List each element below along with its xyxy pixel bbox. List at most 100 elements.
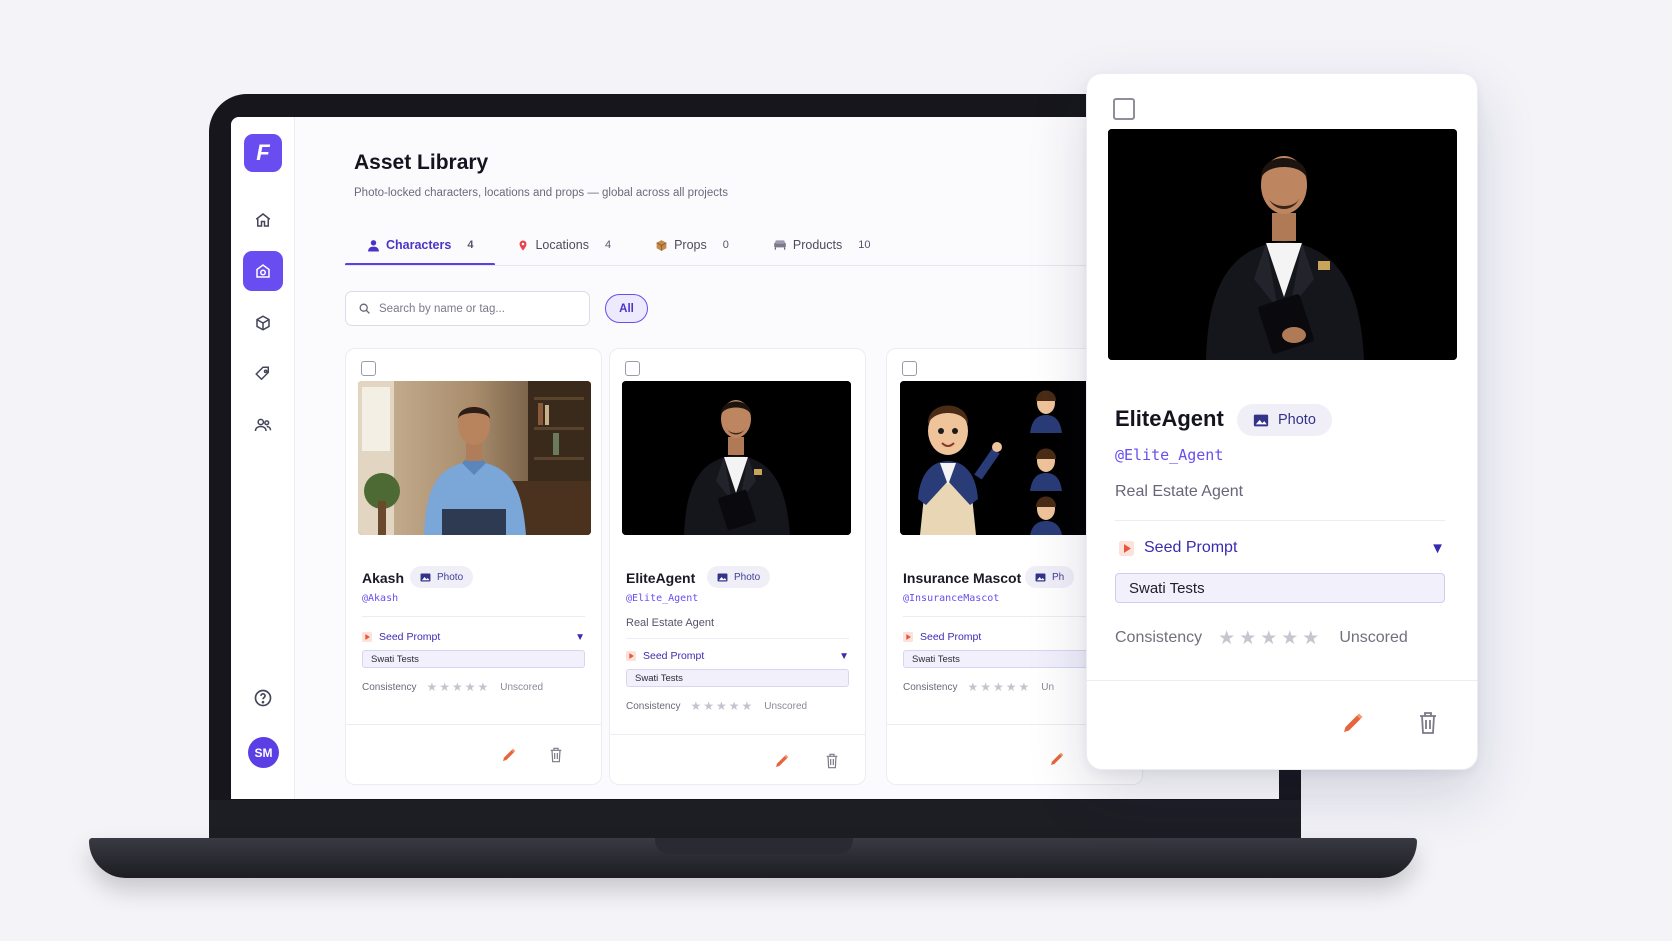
image-icon	[420, 572, 431, 582]
sofa-icon	[774, 240, 786, 250]
rating-stars[interactable]: ★★★★★	[426, 680, 490, 694]
tab-locations[interactable]: Locations 4	[495, 225, 633, 265]
tab-locations-label: Locations	[535, 238, 589, 252]
filter-all-chip[interactable]: All	[605, 294, 648, 323]
seed-prompt-value[interactable]: Swati Tests	[362, 650, 585, 668]
detail-name: EliteAgent	[1115, 406, 1224, 431]
app-logo[interactable]: F	[244, 134, 282, 172]
tab-props-label: Props	[674, 238, 707, 252]
card-divider	[362, 616, 585, 617]
detail-seed-prompt-toggle[interactable]: Seed Prompt ▼	[1119, 536, 1445, 560]
pencil-icon	[1051, 752, 1064, 765]
props-nav-button[interactable]	[243, 303, 283, 343]
home-icon	[255, 213, 271, 227]
help-icon	[254, 689, 272, 707]
trash-icon	[826, 753, 838, 769]
tab-characters-count: 4	[467, 239, 474, 251]
chevron-down-icon: ▼	[839, 650, 849, 662]
page-title: Asset Library	[354, 151, 489, 174]
character-card-eliteagent[interactable]: EliteAgent Photo @Elite_Agent Real Estat…	[609, 348, 866, 785]
pencil-icon	[1344, 713, 1363, 732]
seed-prompt-toggle[interactable]: Seed Prompt ▼	[362, 628, 585, 646]
character-photo-akash	[358, 381, 591, 535]
image-icon	[717, 572, 728, 582]
character-card-akash[interactable]: Akash Photo @Akash Seed Prompt ▼ Swati T…	[345, 348, 602, 785]
card-checkbox[interactable]	[902, 361, 917, 376]
tab-props-count: 0	[722, 239, 729, 251]
chevron-down-icon: ▼	[575, 631, 585, 643]
character-detail-card[interactable]: EliteAgent Photo @Elite_Agent Real Estat…	[1086, 73, 1478, 770]
card-footer	[610, 734, 865, 784]
asset-library-nav-button[interactable]	[243, 251, 283, 291]
card-checkbox[interactable]	[625, 361, 640, 376]
tab-locations-count: 4	[604, 239, 612, 251]
detail-consistency-row: Consistency ★★★★★ Unscored	[1115, 627, 1408, 650]
pencil-icon	[503, 748, 516, 761]
type-badge: Ph	[1025, 566, 1075, 588]
trash-icon	[550, 747, 562, 763]
card-name: EliteAgent	[626, 570, 696, 586]
home-nav-button[interactable]	[243, 200, 283, 240]
search-input[interactable]	[379, 302, 569, 315]
detail-edit-button[interactable]	[1339, 709, 1367, 737]
card-footer	[346, 724, 601, 784]
tab-characters[interactable]: Characters 4	[345, 225, 496, 266]
card-handle: @InsuranceMascot	[903, 593, 1000, 604]
rating-stars[interactable]: ★★★★★	[690, 699, 754, 713]
library-icon	[256, 264, 270, 278]
play-icon	[362, 632, 372, 642]
detail-photo	[1108, 129, 1457, 360]
pencil-icon	[776, 754, 789, 767]
detail-handle: @Elite_Agent	[1115, 446, 1224, 464]
user-avatar[interactable]: SM	[248, 737, 279, 768]
delete-button[interactable]	[822, 751, 842, 771]
tab-props[interactable]: Props 0	[633, 225, 751, 265]
consistency-row: Consistency ★★★★★ Un	[903, 680, 1055, 694]
tags-nav-button[interactable]	[243, 354, 283, 394]
card-handle: @Elite_Agent	[626, 593, 699, 604]
card-role: Real Estate Agent	[626, 617, 715, 629]
chevron-down-icon: ▼	[1430, 539, 1445, 557]
cube-icon	[256, 315, 270, 331]
image-icon	[1035, 572, 1046, 582]
play-icon	[903, 632, 913, 642]
detail-type-badge: Photo	[1237, 404, 1332, 436]
tab-products-label: Products	[792, 238, 843, 252]
image-icon	[1253, 414, 1269, 426]
character-photo-eliteagent	[622, 381, 851, 535]
page-subtitle: Photo-locked characters, locations and p…	[354, 187, 728, 199]
consistency-row: Consistency ★★★★★ Unscored	[362, 680, 544, 694]
detail-checkbox[interactable]	[1113, 98, 1135, 120]
detail-seed-prompt-value[interactable]: Swati Tests	[1115, 573, 1445, 603]
delete-button[interactable]	[546, 745, 566, 765]
tab-characters-label: Characters	[386, 238, 452, 252]
card-name: Akash	[362, 570, 405, 586]
play-icon	[626, 651, 636, 661]
card-handle: @Akash	[362, 593, 399, 604]
edit-button[interactable]	[499, 745, 519, 765]
help-button[interactable]	[243, 678, 283, 718]
asset-tabs: Characters 4 Locations 4 Props 0 Product…	[345, 225, 893, 266]
seed-prompt-toggle[interactable]: Seed Prompt ▼	[626, 647, 849, 665]
detail-delete-button[interactable]	[1414, 709, 1442, 737]
tab-products-count: 10	[858, 239, 871, 251]
laptop-chin	[209, 800, 1301, 840]
seed-prompt-value[interactable]: Swati Tests	[626, 669, 849, 687]
edit-button[interactable]	[1047, 749, 1067, 769]
detail-rating-stars[interactable]: ★★★★★	[1218, 627, 1323, 650]
trash-icon	[1420, 712, 1436, 734]
card-name: Insurance Mascot	[903, 570, 1022, 586]
type-badge: Photo	[410, 566, 474, 588]
play-icon	[1119, 540, 1134, 556]
edit-button[interactable]	[772, 751, 792, 771]
search-box	[345, 291, 590, 326]
type-badge: Photo	[707, 566, 771, 588]
tab-products[interactable]: Products 10	[751, 225, 893, 265]
users-nav-button[interactable]	[243, 405, 283, 445]
card-checkbox[interactable]	[361, 361, 376, 376]
person-icon	[368, 239, 379, 251]
laptop-notch	[655, 838, 853, 854]
rating-stars[interactable]: ★★★★★	[967, 680, 1031, 694]
consistency-row: Consistency ★★★★★ Unscored	[626, 699, 808, 713]
card-divider	[626, 638, 849, 639]
